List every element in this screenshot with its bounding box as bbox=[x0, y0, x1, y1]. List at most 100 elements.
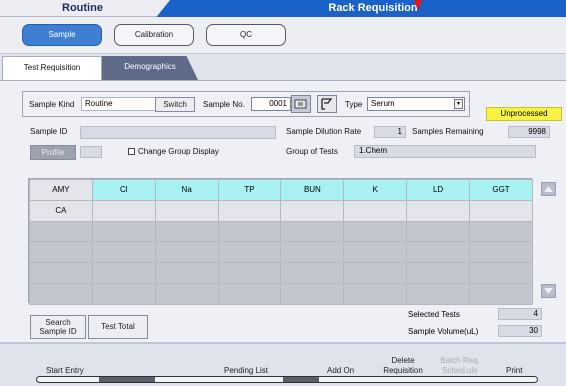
change-group-label: Change Group Display bbox=[138, 147, 219, 156]
sample-kind-group: Sample Kind Routine Switch Sample No. 00… bbox=[22, 91, 470, 117]
test-cell[interactable]: GGT bbox=[469, 179, 533, 201]
dilution-rate-label: Sample Dilution Rate bbox=[286, 127, 362, 136]
function-key-segment bbox=[99, 377, 155, 382]
tab-test-requisition[interactable]: Test Requisition bbox=[2, 56, 102, 80]
samples-remaining-value: 9998 bbox=[508, 126, 550, 138]
test-cell[interactable] bbox=[406, 262, 471, 284]
test-cell[interactable] bbox=[29, 241, 93, 264]
function-bar: Start Entry Pending List Add On Delete R… bbox=[0, 342, 566, 386]
test-cell[interactable] bbox=[217, 220, 282, 243]
switch-button[interactable]: Switch bbox=[155, 97, 195, 112]
selected-tests-label: Selected Tests bbox=[408, 310, 460, 319]
change-group-checkbox[interactable] bbox=[128, 148, 135, 155]
delete-requisition-line1: Delete bbox=[391, 356, 415, 365]
add-on-button[interactable]: Add On bbox=[327, 366, 354, 376]
delete-requisition-line2: Requisition bbox=[383, 366, 423, 375]
test-cell[interactable] bbox=[29, 262, 93, 284]
scroll-up-icon[interactable] bbox=[541, 182, 556, 196]
chevron-down-icon[interactable]: ▾ bbox=[454, 99, 463, 109]
test-cell[interactable] bbox=[343, 241, 408, 264]
test-cell[interactable] bbox=[91, 199, 156, 222]
sample-no-label: Sample No. bbox=[203, 100, 245, 109]
samples-remaining-label: Samples Remaining bbox=[412, 127, 484, 136]
test-cell[interactable] bbox=[217, 241, 282, 264]
sample-search-icon[interactable] bbox=[291, 95, 311, 113]
test-cell[interactable] bbox=[280, 282, 345, 305]
test-cell[interactable] bbox=[469, 199, 533, 222]
sample-button[interactable]: Sample bbox=[22, 24, 102, 46]
profile-button[interactable]: Profile bbox=[30, 145, 76, 160]
test-cell[interactable] bbox=[217, 262, 282, 284]
test-cell[interactable] bbox=[280, 241, 345, 264]
print-button[interactable]: Print bbox=[506, 366, 522, 376]
start-entry-button[interactable]: Start Entry bbox=[46, 366, 84, 376]
test-cell[interactable] bbox=[343, 282, 408, 305]
pending-list-button[interactable]: Pending List bbox=[224, 366, 268, 376]
test-cell[interactable] bbox=[154, 282, 219, 305]
batch-requisition-line2: Sched.ule bbox=[442, 366, 478, 375]
test-cell[interactable] bbox=[280, 199, 345, 222]
batch-requisition-button[interactable]: Batch Req. Sched.ule bbox=[435, 356, 485, 376]
test-cell[interactable] bbox=[406, 241, 471, 264]
profile-field[interactable] bbox=[80, 146, 102, 158]
function-key-segment bbox=[283, 377, 319, 382]
type-label: Type bbox=[345, 100, 363, 109]
group-of-tests-field[interactable]: 1.Chem bbox=[354, 145, 536, 158]
test-cell[interactable] bbox=[154, 241, 219, 264]
type-select-value: Serum bbox=[371, 99, 395, 108]
qc-button[interactable]: QC bbox=[206, 24, 286, 46]
test-cell[interactable] bbox=[406, 199, 471, 222]
delete-requisition-button[interactable]: Delete Requisition bbox=[375, 356, 431, 376]
test-cell[interactable] bbox=[154, 220, 219, 243]
sample-no-field[interactable]: 0001 bbox=[251, 97, 291, 111]
test-cell[interactable] bbox=[91, 220, 156, 243]
test-cell[interactable] bbox=[469, 241, 533, 264]
test-cell[interactable] bbox=[469, 262, 533, 284]
test-cell[interactable]: Na bbox=[154, 179, 219, 201]
sample-volume-label: Sample Volume(uL) bbox=[408, 327, 479, 336]
test-total-button[interactable]: Test Total bbox=[88, 315, 148, 339]
title-bar: Routine Rack Requisition bbox=[0, 0, 566, 17]
tab-demographics[interactable]: Demographics bbox=[102, 56, 198, 80]
barcode-read-icon[interactable] bbox=[317, 95, 337, 113]
test-cell[interactable]: K bbox=[343, 179, 408, 201]
test-cell[interactable] bbox=[29, 220, 93, 243]
test-cell[interactable]: BUN bbox=[280, 179, 345, 201]
test-cell[interactable]: LD bbox=[406, 179, 471, 201]
test-cell[interactable]: TP bbox=[217, 179, 282, 201]
scroll-down-icon[interactable] bbox=[541, 284, 556, 298]
sample-id-field[interactable] bbox=[80, 126, 276, 139]
test-cell[interactable] bbox=[91, 262, 156, 284]
test-cell[interactable]: Cl bbox=[91, 179, 156, 201]
category-bar: Sample Calibration QC bbox=[0, 17, 566, 54]
test-cell[interactable] bbox=[406, 220, 471, 243]
test-cell[interactable] bbox=[91, 282, 156, 305]
test-cell[interactable] bbox=[217, 199, 282, 222]
test-cell[interactable] bbox=[217, 282, 282, 305]
test-cell[interactable] bbox=[280, 220, 345, 243]
sample-volume-value: 30 bbox=[498, 325, 542, 337]
tab-bar: Test Requisition Demographics bbox=[0, 54, 566, 80]
test-cell[interactable] bbox=[154, 262, 219, 284]
test-cell[interactable]: CA bbox=[29, 199, 93, 222]
test-cell[interactable]: AMY bbox=[29, 179, 93, 201]
test-cell[interactable] bbox=[154, 199, 219, 222]
test-cell[interactable] bbox=[343, 220, 408, 243]
search-sample-id-button[interactable]: Search Sample ID bbox=[30, 315, 86, 339]
screen-title: Rack Requisition bbox=[328, 2, 418, 14]
calibration-button[interactable]: Calibration bbox=[114, 24, 194, 46]
batch-requisition-line1: Batch Req. bbox=[440, 356, 480, 365]
test-cell[interactable] bbox=[406, 282, 471, 305]
sample-id-label: Sample ID bbox=[30, 127, 68, 136]
test-cell[interactable] bbox=[91, 241, 156, 264]
type-select[interactable]: Serum ▾ bbox=[367, 97, 465, 111]
test-cell[interactable] bbox=[280, 262, 345, 284]
function-key-strip bbox=[36, 376, 538, 383]
test-requisition-panel: Sample Kind Routine Switch Sample No. 00… bbox=[0, 80, 566, 342]
search-sample-id-line2: Sample ID bbox=[39, 327, 77, 336]
test-cell[interactable] bbox=[343, 262, 408, 284]
test-cell[interactable] bbox=[469, 282, 533, 305]
test-cell[interactable] bbox=[29, 282, 93, 305]
test-cell[interactable] bbox=[343, 199, 408, 222]
test-cell[interactable] bbox=[469, 220, 533, 243]
